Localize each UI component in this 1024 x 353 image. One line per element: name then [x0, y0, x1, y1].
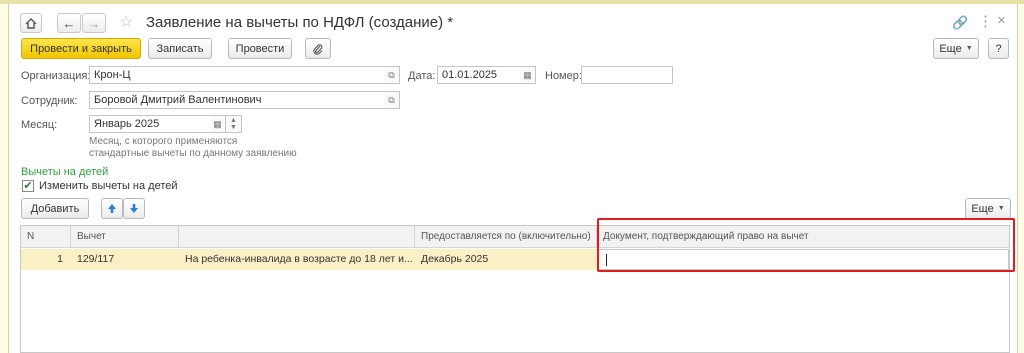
spin-up-icon: ▲: [230, 117, 237, 124]
organization-open-button[interactable]: ⧉: [384, 66, 400, 84]
month-field[interactable]: Январь 2025: [89, 115, 211, 133]
employee-field[interactable]: Боровой Дмитрий Валентинович: [89, 91, 385, 109]
change-children-label: Изменить вычеты на детей: [39, 180, 178, 192]
favorite-star-icon[interactable]: ☆: [119, 12, 133, 32]
children-section-title: Вычеты на детей: [21, 166, 109, 178]
organization-label: Организация:: [21, 70, 91, 82]
row-number: 1: [57, 253, 63, 265]
arrow-left-icon: ←: [62, 15, 76, 31]
document-window: ← → ☆ Заявление на вычеты по НДФЛ (созда…: [8, 4, 1018, 353]
highlight-frame: [597, 218, 1015, 272]
table-more-button[interactable]: Еще ▼: [965, 198, 1011, 219]
post-and-close-button[interactable]: Провести и закрыть: [21, 38, 141, 59]
window-title: Заявление на вычеты по НДФЛ (создание) *: [146, 14, 454, 31]
number-label: Номер:: [545, 70, 582, 82]
more-actions-icon[interactable]: ⋮: [978, 12, 993, 30]
date-field[interactable]: 01.01.2025: [437, 66, 521, 84]
column-header-description[interactable]: [179, 226, 415, 248]
change-children-checkbox[interactable]: ✔: [22, 180, 34, 192]
attachment-button[interactable]: [305, 38, 331, 59]
save-button[interactable]: Записать: [148, 38, 212, 59]
close-icon[interactable]: ×: [997, 12, 1006, 29]
more-menu-label: Еще: [939, 42, 962, 55]
date-picker-button[interactable]: ▦: [520, 66, 536, 84]
paperclip-icon: [313, 43, 323, 55]
employee-label: Сотрудник:: [21, 95, 78, 107]
row-until-month[interactable]: Декабрь 2025: [415, 249, 597, 270]
post-button[interactable]: Провести: [228, 38, 292, 59]
number-field[interactable]: [581, 66, 673, 84]
row-deduction-code[interactable]: 129/117: [71, 249, 179, 270]
column-header-deduction[interactable]: Вычет: [71, 226, 179, 248]
back-button[interactable]: ←: [57, 13, 81, 33]
date-label: Дата:: [408, 70, 436, 82]
chevron-down-icon: ▼: [997, 205, 1005, 212]
checkmark-icon: ✔: [23, 180, 33, 192]
table-more-label: Еще: [971, 202, 994, 215]
arrow-right-icon: →: [87, 15, 101, 31]
column-header-until[interactable]: Предоставляется по (включительно): [415, 226, 597, 248]
forward-button[interactable]: →: [82, 13, 106, 33]
move-down-button[interactable]: [123, 198, 145, 219]
row-deduction-description: На ребенка-инвалида в возрасте до 18 лет…: [185, 253, 413, 265]
arrow-down-icon: [130, 204, 138, 213]
organization-field[interactable]: Крон-Ц: [89, 66, 385, 84]
calendar-icon: ▦: [523, 69, 532, 80]
link-icon[interactable]: 🔗: [952, 15, 968, 31]
arrow-up-icon: [108, 204, 116, 213]
add-row-button[interactable]: Добавить: [21, 198, 89, 219]
month-spinner[interactable]: ▲ ▼: [226, 115, 242, 133]
month-picker-button[interactable]: ▦: [210, 115, 226, 133]
calendar-icon: ▦: [213, 118, 222, 129]
month-hint-line1: Месяц, с которого применяются: [89, 136, 238, 147]
home-button[interactable]: [20, 13, 42, 33]
spin-down-icon: ▼: [230, 124, 237, 131]
chevron-down-icon: ▼: [965, 45, 973, 52]
move-up-button[interactable]: [101, 198, 123, 219]
open-form-icon: ⧉: [388, 69, 395, 80]
more-menu-button[interactable]: Еще ▼: [933, 38, 979, 59]
help-button[interactable]: ?: [988, 38, 1009, 59]
employee-open-button[interactable]: ⧉: [384, 91, 400, 109]
open-form-icon: ⧉: [388, 94, 395, 105]
home-icon: [25, 17, 37, 29]
month-label: Месяц:: [21, 119, 58, 131]
column-header-n[interactable]: N: [21, 226, 71, 248]
month-hint-line2: стандартные вычеты по данному заявлению: [89, 148, 297, 159]
